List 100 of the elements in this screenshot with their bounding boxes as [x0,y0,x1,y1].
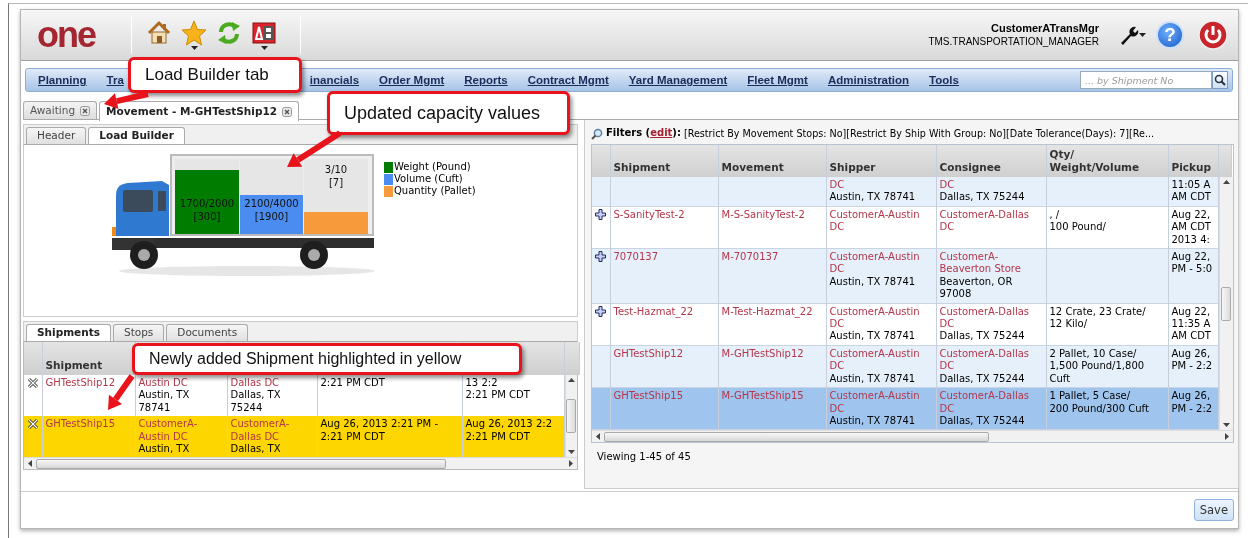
shipment-link[interactable]: GHTestShip12 [45,377,132,390]
scroll-right-icon[interactable] [569,460,573,468]
expand-icon[interactable] [595,251,606,263]
remove-icon[interactable] [27,377,39,389]
date-text: Aug 26, 2013 2:2 2:21 PM CDT [465,418,553,444]
capacity-label: 3/10 [7] [323,163,349,189]
tab[interactable]: Documents [166,324,249,341]
legend-label: Weight (Pound) [394,160,471,174]
shipment-link[interactable]: GHTestShip12 [613,347,715,361]
shipment-link[interactable]: Test-Hazmat_22 [613,305,715,319]
scroll-up-icon[interactable] [567,378,575,382]
tab[interactable]: Load Builder [88,127,185,144]
location-link[interactable]: CustomerA-Austin DC [829,347,933,373]
scroll-left-icon[interactable] [28,460,32,468]
address-text: Austin, TX 78741 [138,389,191,415]
movement-link[interactable]: M-GHTestShip12 [721,347,823,361]
tab[interactable]: Shipments [26,324,111,341]
date-text: Aug 26, PM - 2:2 [1171,347,1214,373]
address-text: Dallas, TX 75244 [939,191,1026,204]
menu-item[interactable]: Fleet Mgmt [747,74,808,86]
scroll-thumb[interactable] [1221,286,1231,321]
tab[interactable]: Header [26,127,87,144]
text-style-icon[interactable] [251,20,277,46]
menu-item[interactable]: Planning [38,74,87,86]
capacity-label: 2100/4000 [1900] [243,197,300,223]
scroll-right-icon[interactable] [1224,433,1229,441]
capacity-label: 1700/2000 [300] [178,197,236,223]
location-link[interactable]: CustomerA- Austin DC [138,418,224,444]
callout: Updated capacity values [327,91,570,135]
location-link[interactable]: CustomerA-Austin DC [829,390,933,415]
location-link[interactable]: DC [939,179,1043,192]
location-link[interactable]: CustomerA- Beaverton Store [939,251,1043,276]
callout: Load Builder tab [128,57,302,93]
movement-link[interactable]: M-Test-Hazmat_22 [721,305,823,319]
tab[interactable]: Stops [112,324,165,341]
scrollbar[interactable] [24,457,577,470]
remove-icon[interactable] [27,418,39,431]
refresh-icon[interactable] [216,20,242,46]
location-link[interactable]: DC [829,179,933,192]
caret-icon[interactable] [260,46,268,50]
filters-label: Filters ( [606,127,651,140]
filters-label: ): [672,127,681,140]
tab-label[interactable]: Movement - M-GHTestShip12 [106,104,278,119]
menu-item[interactable]: inancials [309,74,360,86]
address-text: Dallas, TX 75244 [939,414,1026,428]
shipment-link[interactable]: 7070137 [613,251,715,264]
location-link[interactable]: CustomerA-Dallas DC [939,390,1043,415]
scroll-left-icon[interactable] [596,433,600,441]
location-link[interactable]: Dallas DC [230,377,314,390]
scroll-down-icon[interactable] [1222,423,1230,428]
quantity-text: 2 Pallet, 10 Case/ 1,500 Pound/1,800 Cuft [1049,347,1146,386]
edit-link[interactable]: edit [650,127,673,140]
menu-item[interactable]: Tra [106,74,124,86]
shipment-link[interactable]: S-SanityTest-2 [613,208,715,222]
location-link[interactable]: CustomerA-Austin DC [829,208,933,234]
filters-text: [Restrict By Movement Stops: No][Restrict By Ship With Group: No][Date Tolerance(Days): 7][Re... [683,127,1155,140]
power-icon[interactable] [1198,20,1228,50]
menu-item[interactable]: Tools [929,74,959,86]
logo[interactable]: one [37,17,117,53]
location-link[interactable]: CustomerA-Austin DC [829,251,933,276]
scroll-down-icon[interactable] [567,450,575,455]
caret-icon[interactable] [1139,33,1146,37]
menu-item[interactable]: Yard Management [628,74,728,86]
expand-icon[interactable] [595,305,606,317]
movement-link[interactable]: M-GHTestShip15 [721,390,823,403]
location-link[interactable]: CustomerA- Dallas DC [230,418,314,444]
close-icon[interactable] [80,105,91,116]
menu-item[interactable]: Contract Mgmt [527,74,609,86]
movement-link[interactable]: M-7070137 [721,251,823,264]
search-button[interactable] [1212,71,1228,89]
document-tab[interactable]: Movement - M-GHTestShip12 [99,101,300,121]
location-link[interactable]: CustomerA-Dallas DC [939,208,1043,234]
shipment-link[interactable]: GHTestShip15 [45,418,132,431]
menu-item[interactable]: Reports [464,74,508,86]
shipment-link[interactable]: GHTestShip15 [613,390,715,403]
home-icon[interactable] [146,20,172,46]
movement-link[interactable]: M-S-SanityTest-2 [721,208,823,222]
date-text: Aug 22, PM - 5:0 [1171,251,1214,276]
star-icon[interactable] [181,20,207,46]
location-link[interactable]: CustomerA-Austin DC [829,305,933,331]
scroll-thumb[interactable] [566,399,577,434]
expand-icon[interactable] [595,208,606,220]
menu-item[interactable]: Administration [827,74,910,86]
location-link[interactable]: CustomerA-Dallas DC [939,347,1043,373]
location-link[interactable]: CustomerA-Dallas DC [939,305,1043,331]
location-link[interactable]: Austin DC [138,377,224,390]
close-icon[interactable] [282,106,293,117]
legend-label: Volume (Cuft) [394,172,463,186]
document-tab[interactable]: Awaiting [23,101,98,119]
save-button[interactable]: Save [1193,499,1234,521]
search-field[interactable]: ... by Shipment No [1080,71,1212,89]
date-text: 13 2:2 2:21 PM CDT [465,377,531,402]
date-text: Aug 26, PM - 2:2 [1171,390,1214,415]
tab-label[interactable]: Awaiting [30,103,76,118]
scroll-up-icon[interactable] [1222,180,1230,184]
date-text: Aug 22, 11:35 A AM CDT [1171,305,1212,343]
address-text: Austin, TX [138,443,191,456]
address-text: Beaverton, OR 97008 [939,275,1014,301]
menu-item[interactable]: Order Mgmt [379,74,445,86]
scrollbar[interactable] [592,430,1233,443]
